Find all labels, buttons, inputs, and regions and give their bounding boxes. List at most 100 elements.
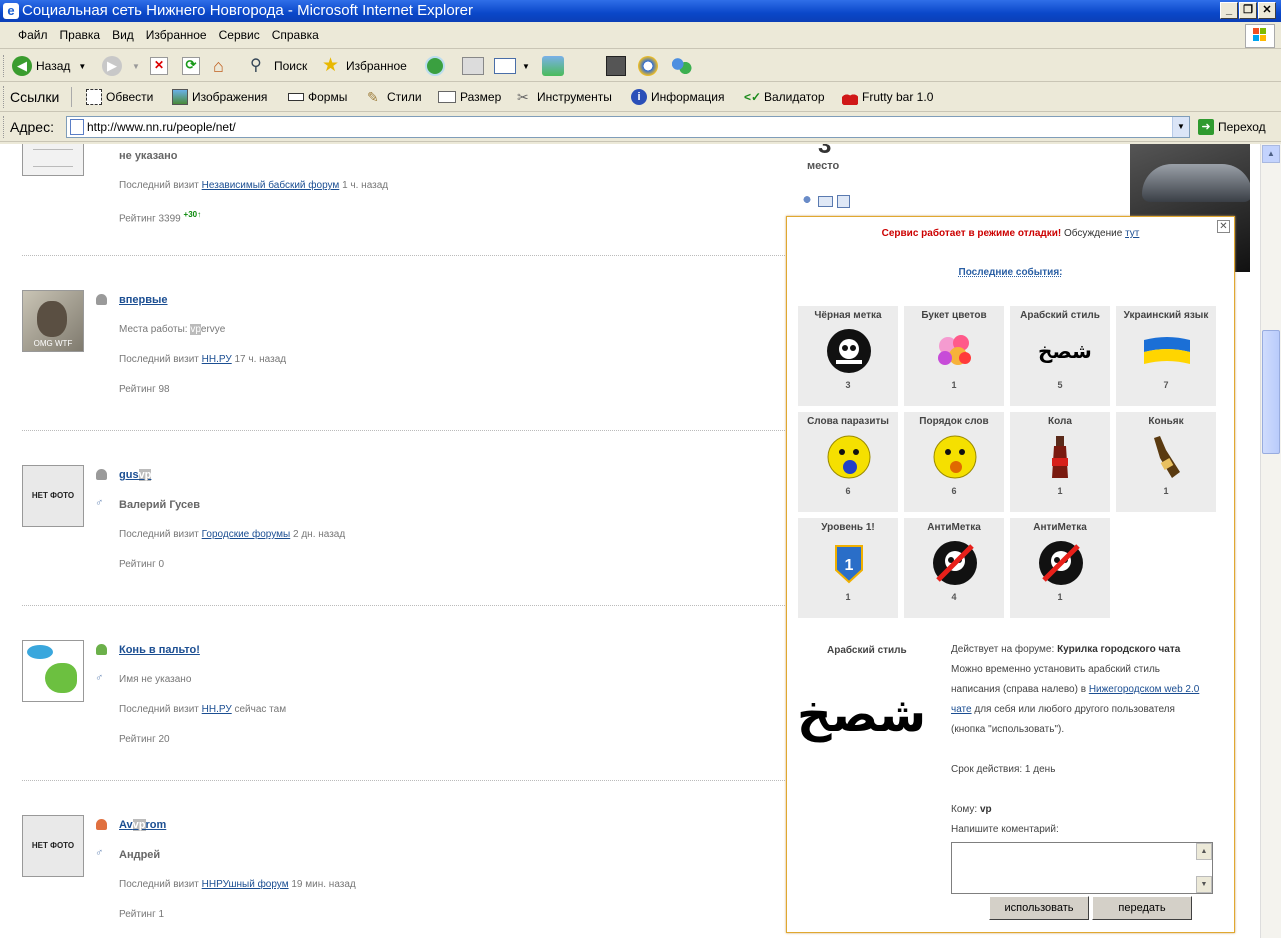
scroll-down-icon[interactable]: ▼ <box>1196 876 1212 893</box>
person-name[interactable]: gusvp <box>119 469 152 481</box>
refresh-button[interactable]: ⟳ <box>182 54 204 78</box>
stop-button[interactable]: ✕ <box>150 54 172 78</box>
menu-file[interactable]: Файл <box>12 22 54 48</box>
visit-link[interactable]: НН.РУ <box>202 704 232 715</box>
gift-card[interactable]: Коньяк 1 <box>1116 412 1216 512</box>
ie-tool-button[interactable] <box>638 54 662 78</box>
maximize-button[interactable]: ❐ <box>1239 2 1257 19</box>
history-button[interactable] <box>425 54 449 78</box>
avatar[interactable] <box>22 144 84 176</box>
links-label[interactable]: Ссылки <box>10 85 59 109</box>
close-button[interactable]: ✕ <box>1258 2 1276 19</box>
minimize-button[interactable]: _ <box>1220 2 1238 19</box>
gift-card[interactable]: АнтиМетка 1 <box>1010 518 1110 618</box>
avatar[interactable] <box>22 640 84 702</box>
link-frutty-bar[interactable]: Frutty bar 1.0 <box>842 85 933 109</box>
chat-link[interactable]: чате <box>951 704 972 715</box>
search-icon: ⚲ <box>250 57 262 74</box>
scroll-up-icon[interactable]: ▲ <box>1196 843 1212 860</box>
address-dropdown-icon[interactable]: ▼ <box>1172 117 1189 137</box>
edit-button[interactable]: ▼ <box>494 54 530 78</box>
menu-help[interactable]: Справка <box>266 22 325 48</box>
discussion-link[interactable]: тут <box>1125 228 1139 239</box>
scrollbar-thumb[interactable] <box>1262 330 1280 454</box>
web20-chat-link[interactable]: Нижегородском web 2.0 <box>1089 684 1200 695</box>
contacts-button[interactable] <box>670 54 696 78</box>
user-status-icon <box>96 644 107 655</box>
address-url[interactable]: http://www.nn.ru/people/net/ <box>87 120 236 134</box>
avatar[interactable]: НЕТ ФОТО <box>22 465 84 527</box>
favorites-button[interactable]: ★ Избранное <box>322 54 407 78</box>
person-name[interactable]: Конь в пальто! <box>119 644 200 656</box>
arrow-up-icon: ↑ <box>197 210 202 219</box>
address-input[interactable]: http://www.nn.ru/people/net/ ▼ <box>66 116 1190 138</box>
smiley-ball-icon <box>826 434 872 480</box>
gift-card[interactable]: Уровень 1! 1 1 <box>798 518 898 618</box>
links-toolbar: Ссылки Обвести Изображения Формы ✎ Стили … <box>0 82 1281 112</box>
link-images[interactable]: Изображения <box>172 85 267 109</box>
visit-link[interactable]: ННРУшный форум <box>202 879 289 890</box>
visit-link[interactable]: Городские форумы <box>202 529 291 540</box>
link-styles[interactable]: ✎ Стили <box>367 85 422 109</box>
address-toolbar: Адрес: http://www.nn.ru/people/net/ ▼ ➜ … <box>0 112 1281 142</box>
avatar[interactable]: НЕТ ФОТО <box>22 815 84 877</box>
send-button[interactable]: передать <box>1092 896 1192 920</box>
gift-card[interactable]: Кола 1 <box>1010 412 1110 512</box>
mail-icon[interactable] <box>818 196 833 207</box>
person-info: Места работы: vpervye <box>119 324 226 335</box>
gift-card[interactable]: АнтиМетка 4 <box>904 518 1004 618</box>
printer-icon <box>462 57 484 75</box>
vertical-scrollbar[interactable]: ▲ <box>1260 144 1281 938</box>
research-button[interactable] <box>606 54 630 78</box>
forward-button[interactable]: ▶ ▼ <box>102 54 140 78</box>
comment-textarea[interactable]: ▲ ▼ <box>951 842 1213 894</box>
back-dropdown-icon[interactable]: ▼ <box>78 62 86 71</box>
avatar[interactable]: OMG WTF <box>22 290 84 352</box>
no-photo-label: НЕТ ФОТО <box>31 491 75 500</box>
menu-view[interactable]: Вид <box>106 22 140 48</box>
avatar-chameleon-image <box>45 663 77 693</box>
home-button[interactable]: ⌂ <box>213 54 237 78</box>
link-tools[interactable]: ✂ Инструменты <box>517 85 612 109</box>
go-button[interactable]: ➜ Переход <box>1198 115 1266 139</box>
person-name[interactable]: впервые <box>119 294 168 306</box>
gift-detail-title: Арабский стиль <box>827 645 907 656</box>
gift-card[interactable]: Слова паразиты 6 <box>798 412 898 512</box>
divider <box>22 430 785 431</box>
profile-icon[interactable] <box>800 195 814 208</box>
forward-dropdown-icon[interactable]: ▼ <box>132 62 140 71</box>
gift-card[interactable]: Букет цветов 1 <box>904 306 1004 406</box>
home-icon: ⌂ <box>213 56 224 76</box>
svg-text:1: 1 <box>845 557 854 574</box>
link-validator[interactable]: <✓ Валидатор <box>744 85 825 109</box>
scroll-up-icon[interactable]: ▲ <box>1262 145 1280 163</box>
gift-card[interactable]: Чёрная метка 3 <box>798 306 898 406</box>
link-info[interactable]: i Информация <box>631 85 724 109</box>
outline-icon <box>86 89 102 105</box>
gift-icon[interactable] <box>837 195 850 208</box>
globe-icon <box>638 56 658 76</box>
gift-card[interactable]: Арабский стиль شصخ 5 <box>1010 306 1110 406</box>
visit-link[interactable]: НН.РУ <box>202 354 232 365</box>
rating-delta: +30 <box>183 210 198 219</box>
use-button[interactable]: использовать <box>989 896 1089 920</box>
print-button[interactable] <box>462 54 488 78</box>
messenger-tool-button[interactable] <box>542 54 568 78</box>
recent-events-title[interactable]: Последние события: <box>787 267 1234 278</box>
gift-card[interactable]: Украинский язык 7 <box>1116 306 1216 406</box>
person-name[interactable]: Avvprom <box>119 819 166 831</box>
visit-link[interactable]: Независимый бабский форум <box>202 180 340 191</box>
search-button[interactable]: ⚲ Поиск <box>250 54 307 78</box>
menu-favorites[interactable]: Избранное <box>140 22 213 48</box>
edit-dropdown-icon[interactable]: ▼ <box>522 62 530 71</box>
menu-edit[interactable]: Правка <box>54 22 107 48</box>
back-button[interactable]: ◀ Назад ▼ <box>12 54 86 78</box>
place-number: 3 <box>818 144 832 159</box>
link-outline[interactable]: Обвести <box>86 85 153 109</box>
menu-tools[interactable]: Сервис <box>213 22 266 48</box>
last-visit: Последний визит НН.РУ 17 ч. назад <box>119 354 287 365</box>
gift-card[interactable]: Порядок слов 6 <box>904 412 1004 512</box>
link-size[interactable]: Размер <box>438 85 501 109</box>
search-highlight: vp <box>132 819 146 831</box>
link-forms[interactable]: Формы <box>288 85 347 109</box>
